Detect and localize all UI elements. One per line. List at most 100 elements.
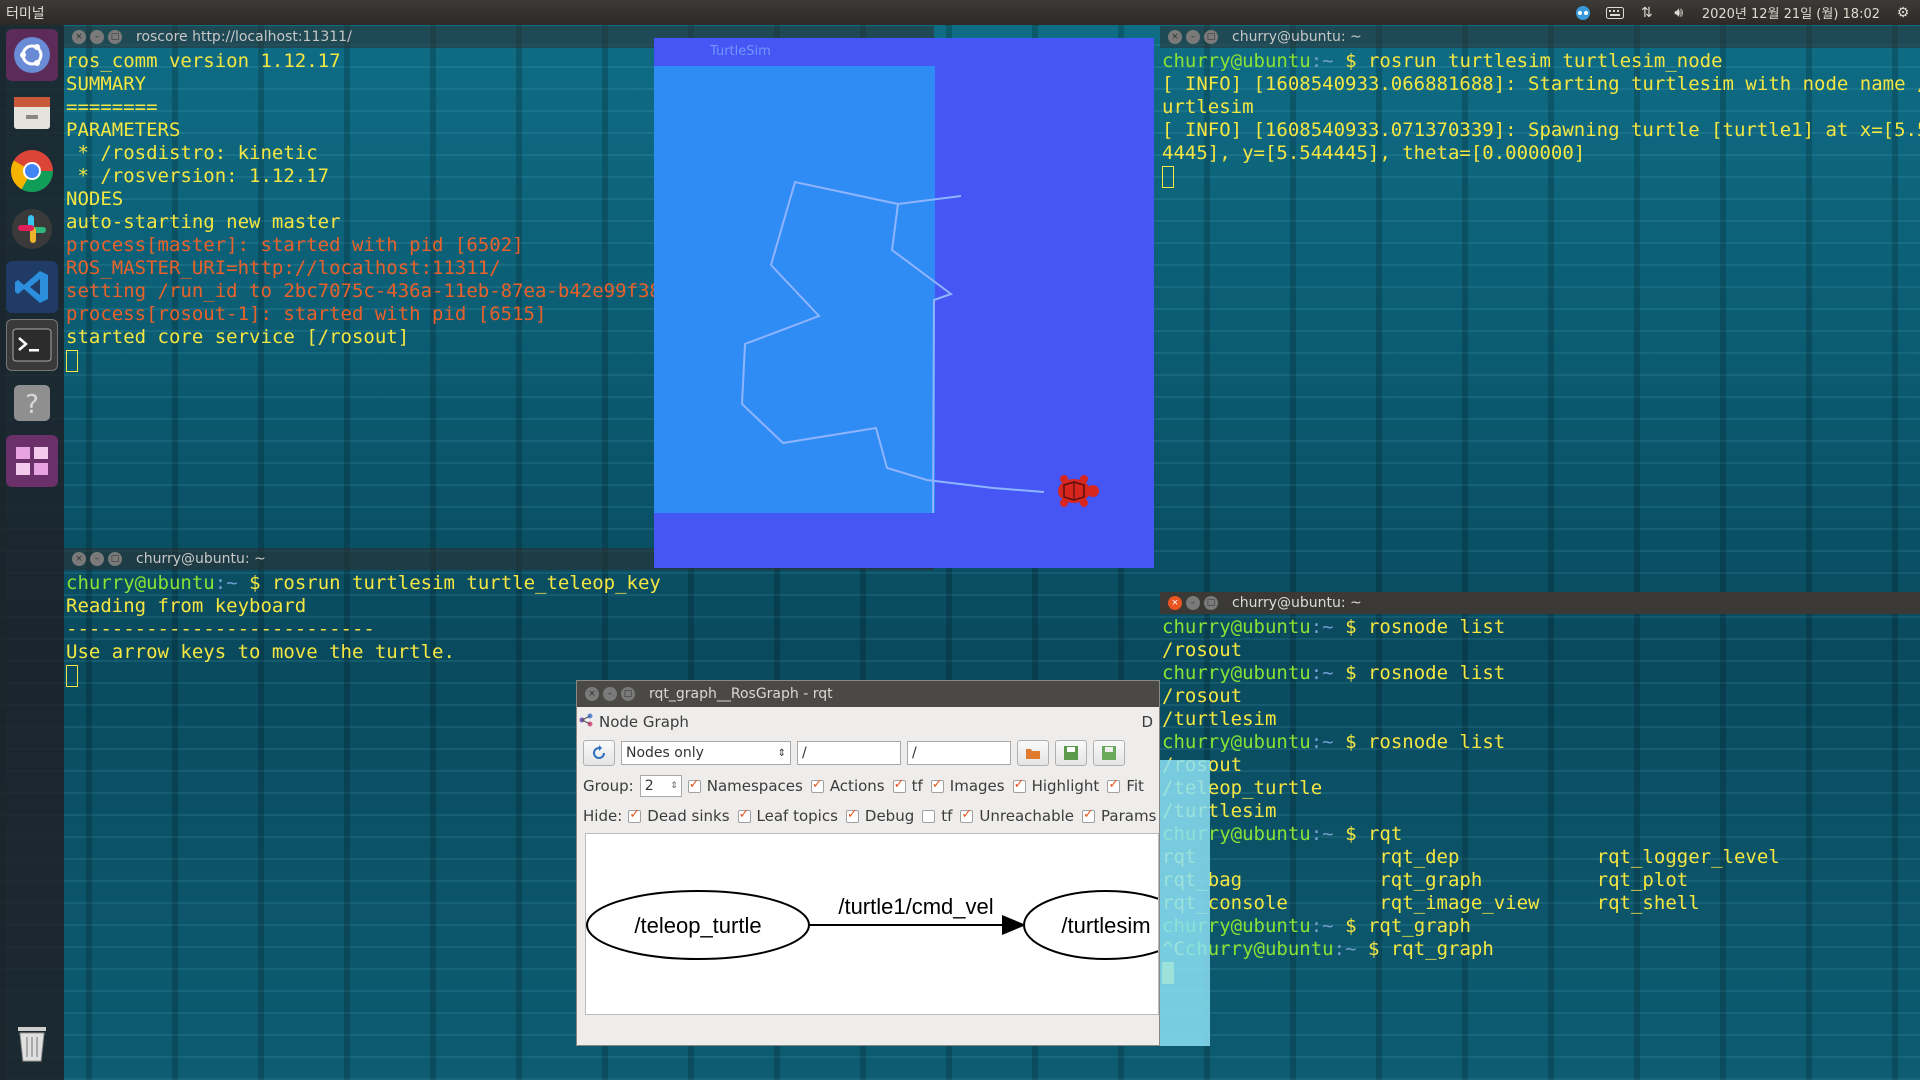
clock[interactable]: 2020년 12월 21일 (월) 18:02 [1702,3,1880,22]
close-button[interactable]: × [1168,30,1182,44]
option-highlight[interactable]: Highlight [1012,777,1099,795]
option-debug[interactable]: Debug [845,807,914,825]
checkbox[interactable] [960,807,974,823]
checkbox-label: Leaf topics [756,807,838,825]
terminal-output[interactable]: churry@ubuntu:~ $ rosrun turtlesim turtl… [1160,48,1920,560]
mode-select[interactable]: Nodes only ⇕ [621,741,791,765]
keyboard-icon[interactable] [1605,5,1624,21]
trash-icon[interactable] [6,1017,58,1069]
checkbox[interactable] [845,807,859,823]
option-fit[interactable]: Fit [1107,777,1144,795]
maximize-button[interactable]: □ [621,687,635,701]
workspace-switcher-icon[interactable] [6,435,58,487]
output-line: [ INFO] [1608540933.071370339]: Spawning… [1162,119,1920,141]
group-options-row: Group: 2⇕ Namespaces Actions tf Images Highl… [583,773,1159,799]
rqt-titlebar[interactable]: × – □ rqt_graph__RosGraph - rqt [577,681,1159,707]
edge-label-cmd-vel: /turtle1/cmd_vel [838,894,993,919]
option-dead-sinks[interactable]: Dead sinks [628,807,730,825]
option-tf[interactable]: tf [892,777,923,795]
checkbox-label: Unreachable [979,807,1075,825]
turtlesim-node-terminal-window[interactable]: × – □ churry@ubuntu: ~ churry@ubuntu:~ $… [1160,26,1920,560]
vscode-icon[interactable] [6,261,58,313]
close-button[interactable]: × [72,552,86,566]
checkbox-label: Namespaces [706,777,803,795]
cursor-line [1162,165,1920,188]
prompt-line: churry@ubuntu:~ $ rosrun turtlesim turtl… [66,572,661,594]
checkbox[interactable] [1012,777,1026,793]
option-images[interactable]: Images [930,777,1005,795]
help-icon[interactable]: ? [6,377,58,429]
output-line: --------------------------- [66,618,375,640]
option-actions[interactable]: Actions [810,777,885,795]
dock-label[interactable]: D [1141,713,1153,731]
minimize-button[interactable]: – [603,687,617,701]
refresh-button[interactable] [583,740,615,766]
files-icon[interactable] [6,87,58,139]
checkbox-label: tf [911,777,923,795]
checkbox[interactable] [892,777,906,793]
close-button[interactable]: × [72,30,86,44]
chevron-updown-icon: ⇕ [777,747,786,759]
slack-tray-icon[interactable] [1574,5,1592,21]
minimize-button[interactable]: – [90,30,104,44]
checkbox-label: Actions [829,777,885,795]
option-params[interactable]: Params [1082,807,1156,825]
chrome-icon[interactable] [6,145,58,197]
turtlesim-node-titlebar[interactable]: × – □ churry@ubuntu: ~ [1160,26,1920,48]
turtlesim-window[interactable]: TurtleSim [654,38,1154,568]
output-line: Use arrow keys to move the turtle. [66,641,455,663]
maximize-button[interactable]: □ [108,552,122,566]
checkbox-label: Params [1101,807,1157,825]
save-image-button[interactable] [1093,740,1125,766]
hide-checkboxes: Dead sinks Leaf topics Debug tf Unreachable P… [628,807,1159,825]
maximize-button[interactable]: □ [1204,596,1218,610]
maximize-button[interactable]: □ [1204,30,1218,44]
output-line: /turtlesim [1162,800,1277,822]
rosnode-terminal-window[interactable]: × – □ churry@ubuntu: ~ churry@ubuntu:~ $… [1160,592,1920,1080]
settings-gear-icon[interactable]: ⚙ [1894,5,1912,21]
active-app-title[interactable]: 터미널 [0,3,45,23]
close-button[interactable]: × [585,687,599,701]
window-overlap-region [1160,760,1210,1046]
maximize-button[interactable]: □ [108,30,122,44]
option-leaf-topics[interactable]: Leaf topics [737,807,838,825]
svg-text:?: ? [25,390,39,420]
checkbox[interactable] [930,777,944,793]
terminal-output[interactable]: churry@ubuntu:~ $ rosnode list/rosout chu… [1160,614,1920,1080]
minimize-button[interactable]: – [90,552,104,566]
checkbox[interactable] [737,807,751,823]
launcher: ? [0,25,64,1080]
terminal-icon[interactable] [6,319,58,371]
option-unreachable[interactable]: Unreachable [960,807,1074,825]
checkbox[interactable] [628,807,642,823]
checkbox[interactable] [1082,807,1096,823]
checkbox[interactable] [687,777,701,793]
node-graph-canvas[interactable]: /teleop_turtle /turtle1/cmd_vel /turtles… [585,833,1159,1015]
rqt-graph-window[interactable]: × – □ rqt_graph__RosGraph - rqt Node Gra… [576,680,1160,1046]
ubuntu-dash-icon[interactable] [6,29,58,81]
option-tf[interactable]: tf [922,807,952,825]
checkbox[interactable] [922,809,936,823]
text-cursor [66,664,78,687]
network-icon[interactable]: ⇅ [1638,5,1656,21]
slack-icon[interactable] [6,203,58,255]
prompt-line: churry@ubuntu:~ $ rosrun turtlesim turtl… [1162,50,1723,72]
minimize-button[interactable]: – [1186,596,1200,610]
minimize-button[interactable]: – [1186,30,1200,44]
close-button[interactable]: × [1168,596,1182,610]
namespace-filter-input[interactable]: / [797,741,901,765]
prompt-line: churry@ubuntu:~ $ rqt [1162,823,1403,845]
node-graph-plugin-icon [579,713,593,731]
load-dot-button[interactable] [1017,740,1049,766]
topic-filter-input[interactable]: / [907,741,1011,765]
volume-icon[interactable]: 🔊︎ [1670,5,1688,21]
checkbox[interactable] [1107,777,1121,793]
option-namespaces[interactable]: Namespaces [687,777,803,795]
output-line: [ INFO] [1608540933.066881688]: Starting… [1162,73,1920,95]
checkbox[interactable] [810,777,824,793]
group-spinbox[interactable]: 2 ⇕ [639,775,682,797]
save-dot-button[interactable] [1055,740,1087,766]
window-title: roscore http://localhost:11311/ [136,29,352,45]
hide-options-row: Hide: Dead sinks Leaf topics Debug tf Unreac… [583,803,1159,829]
rosnode-titlebar[interactable]: × – □ churry@ubuntu: ~ [1160,592,1920,614]
